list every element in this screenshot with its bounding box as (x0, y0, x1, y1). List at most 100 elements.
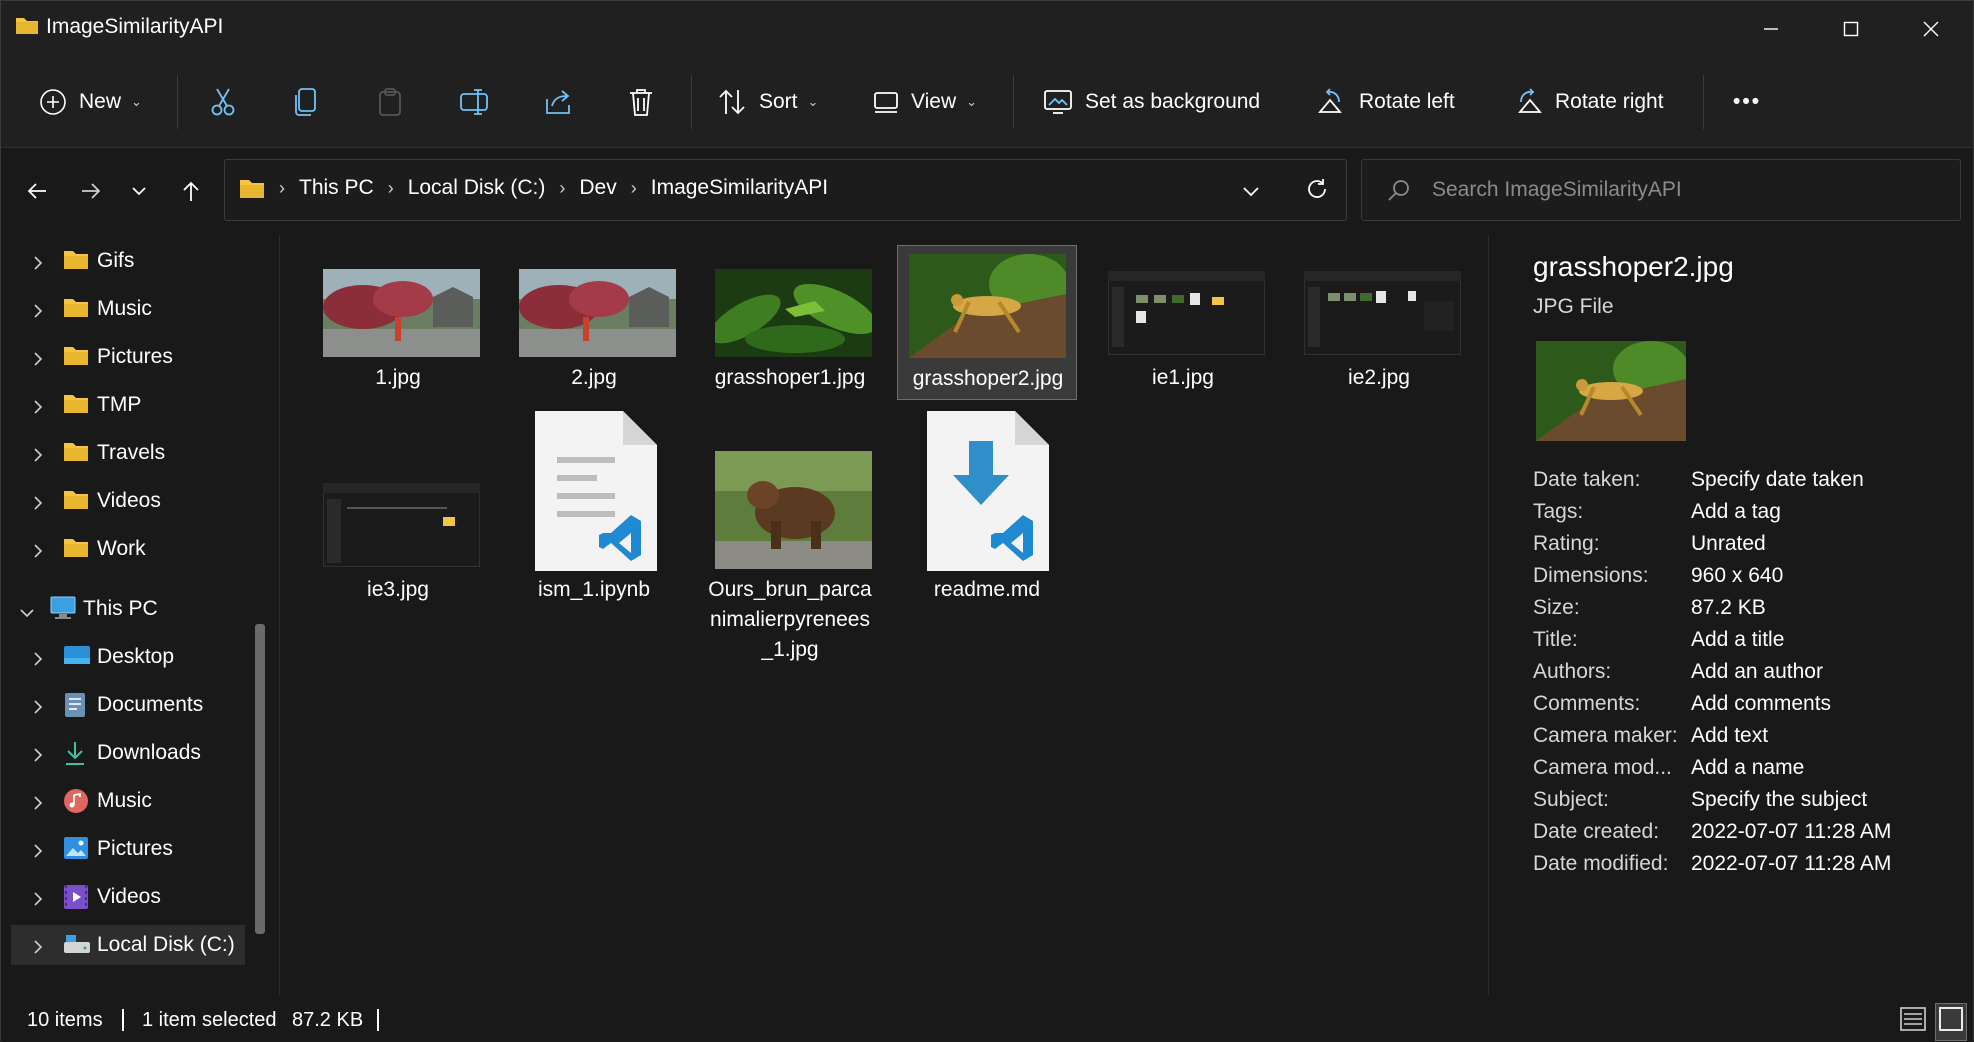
rotate-left-button[interactable]: Rotate left (1317, 79, 1455, 125)
prop-value[interactable]: Add comments (1691, 692, 1831, 716)
nav-item-label: Downloads (97, 741, 201, 764)
nav-item-work[interactable]: Work (1, 529, 271, 569)
search-box[interactable]: Search ImageSimilarityAPI (1361, 159, 1961, 221)
nav-scrollbar[interactable] (255, 624, 265, 934)
drive-icon (63, 933, 91, 961)
file-name: ie3.jpg (367, 578, 429, 601)
copy-button[interactable] (293, 79, 319, 125)
set-as-background-label: Set as background (1085, 90, 1261, 113)
file-item-grasshoper2-selected[interactable]: grasshoper2.jpg (897, 245, 1077, 400)
rename-button[interactable] (459, 79, 489, 125)
paste-button[interactable] (377, 79, 403, 125)
details-view-button[interactable] (1899, 1005, 1927, 1039)
breadcrumb-imagesimilarityapi[interactable]: ImageSimilarityAPI (651, 176, 828, 200)
prop-value[interactable]: Unrated (1691, 532, 1766, 556)
nav-item-videos-pc[interactable]: Videos (1, 877, 271, 917)
share-button[interactable] (543, 79, 573, 125)
delete-button[interactable] (627, 79, 655, 125)
file-item-ie1[interactable]: ie1.jpg (1093, 249, 1273, 399)
nav-item-documents[interactable]: Documents (1, 685, 271, 725)
file-name-line-2: nimalierpyrenees (710, 608, 870, 631)
explorer-window: ImageSimilarityAPI New ⌄ Sort ⌄ View ⌄ S… (0, 0, 1974, 1042)
chevron-right-icon[interactable] (33, 937, 43, 961)
folder-icon (63, 440, 89, 468)
breadcrumb-this-pc[interactable]: This PC (299, 176, 374, 200)
chevron-right-icon[interactable] (33, 253, 43, 277)
nav-item-downloads[interactable]: Downloads (1, 733, 271, 773)
prop-value[interactable]: Specify date taken (1691, 468, 1864, 492)
prop-value[interactable]: Add an author (1691, 660, 1823, 684)
recent-locations-button[interactable] (121, 173, 157, 209)
nav-item-label: TMP (97, 393, 142, 416)
file-item-1-jpg[interactable]: 1.jpg (308, 249, 488, 399)
prop-value[interactable]: Specify the subject (1691, 788, 1867, 812)
maximize-button[interactable] (1821, 11, 1881, 47)
file-item-ism-1-ipynb[interactable]: ism_1.ipynb (504, 411, 684, 611)
forward-button[interactable] (73, 173, 109, 209)
nav-item-tmp[interactable]: TMP (1, 385, 271, 425)
cut-button[interactable] (209, 79, 237, 125)
chevron-right-icon[interactable] (33, 697, 43, 721)
rotate-right-button[interactable]: Rotate right (1513, 79, 1664, 125)
view-button[interactable]: View ⌄ (873, 79, 977, 125)
prop-value[interactable]: Add a title (1691, 628, 1784, 652)
chevron-right-icon[interactable] (33, 493, 43, 517)
prop-value[interactable]: Add a name (1691, 756, 1804, 780)
new-button[interactable]: New ⌄ (39, 79, 142, 125)
chevron-right-icon[interactable] (33, 301, 43, 325)
arrow-up-icon (183, 181, 199, 201)
minimize-button[interactable] (1741, 11, 1801, 47)
chevron-right-icon[interactable] (33, 745, 43, 769)
refresh-button[interactable] (1305, 177, 1329, 207)
breadcrumb-local-disk[interactable]: Local Disk (C:) (408, 176, 546, 200)
nav-item-label: Pictures (97, 345, 173, 368)
chevron-right-icon[interactable] (33, 349, 43, 373)
address-bar[interactable]: › This PC › Local Disk (C:) › Dev › Imag… (224, 159, 1347, 221)
breadcrumb-dev[interactable]: Dev (579, 176, 616, 200)
set-as-background-button[interactable]: Set as background (1043, 79, 1260, 125)
nav-item-music[interactable]: Music (1, 289, 271, 329)
nav-item-desktop[interactable]: Desktop (1, 637, 271, 677)
refresh-icon (1308, 179, 1326, 198)
file-item-grasshoper1[interactable]: grasshoper1.jpg (700, 249, 880, 399)
chevron-down-icon (1243, 187, 1259, 197)
prop-value[interactable]: Add text (1691, 724, 1768, 748)
file-item-ie3[interactable]: ie3.jpg (308, 411, 488, 611)
chevron-right-icon[interactable] (33, 397, 43, 421)
prop-value[interactable]: Add a tag (1691, 500, 1781, 524)
file-item-2-jpg[interactable]: 2.jpg (504, 249, 684, 399)
back-button[interactable] (19, 173, 55, 209)
nav-item-videos[interactable]: Videos (1, 481, 271, 521)
up-button[interactable] (173, 173, 209, 209)
chevron-right-icon[interactable] (33, 889, 43, 913)
chevron-right-icon[interactable] (33, 445, 43, 469)
file-item-readme-md[interactable]: readme.md (897, 411, 1077, 611)
nav-item-label: Gifs (97, 249, 135, 272)
more-options-button[interactable]: ••• (1733, 79, 1761, 125)
chevron-down-icon[interactable] (19, 602, 35, 626)
sort-button[interactable]: Sort ⌄ (717, 79, 818, 125)
large-icons-view-button[interactable] (1935, 1003, 1967, 1041)
view-label: View (911, 90, 957, 113)
nav-item-local-disk[interactable]: Local Disk (C:) (11, 925, 245, 965)
nav-item-pictures[interactable]: Pictures (1, 337, 271, 377)
nav-item-pictures-pc[interactable]: Pictures (1, 829, 271, 869)
nav-item-this-pc[interactable]: This PC (1, 589, 271, 629)
chevron-right-icon[interactable] (33, 649, 43, 673)
address-dropdown-button[interactable] (1242, 180, 1260, 204)
file-item-ie2[interactable]: ie2.jpg (1289, 249, 1469, 399)
chevron-right-icon[interactable] (33, 841, 43, 865)
search-input[interactable]: Search ImageSimilarityAPI (1432, 178, 1682, 202)
new-label: New (79, 90, 122, 113)
prop-key: Tags: (1533, 500, 1584, 523)
chevron-right-icon: › (387, 177, 394, 198)
prop-key: Rating: (1533, 532, 1600, 555)
nav-item-travels[interactable]: Travels (1, 433, 271, 473)
chevron-right-icon[interactable] (33, 541, 43, 565)
chevron-right-icon[interactable] (33, 793, 43, 817)
nav-item-music-pc[interactable]: Music (1, 781, 271, 821)
nav-item-gifs[interactable]: Gifs (1, 241, 271, 281)
desktop-icon (63, 644, 91, 674)
file-item-ours-brun[interactable]: Ours_brun_parca nimalierpyrenees _1.jpg (700, 411, 880, 671)
close-button[interactable] (1901, 11, 1961, 47)
